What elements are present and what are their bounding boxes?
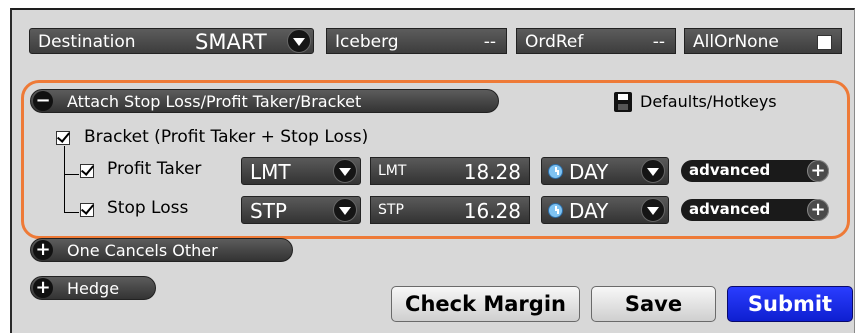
plus-icon: + bbox=[807, 160, 829, 182]
expand-icon[interactable]: + bbox=[33, 278, 53, 298]
stop-loss-price-field[interactable]: STP 16.28 bbox=[370, 196, 530, 224]
profit-taker-price-label: LMT bbox=[378, 163, 407, 179]
destination-value: SMART bbox=[195, 30, 267, 54]
ordref-field[interactable]: OrdRef -- bbox=[516, 28, 676, 54]
chevron-down-icon[interactable] bbox=[333, 198, 357, 222]
plus-icon: + bbox=[807, 199, 829, 221]
profit-taker-tif[interactable]: DAY bbox=[541, 157, 669, 185]
tree-line bbox=[64, 146, 79, 175]
stop-loss-price-value: 16.28 bbox=[463, 199, 521, 223]
chevron-down-icon[interactable] bbox=[287, 29, 311, 53]
chevron-down-icon[interactable] bbox=[641, 198, 665, 222]
one-cancels-other-title: One Cancels Other bbox=[67, 241, 218, 260]
stop-loss-label: Stop Loss bbox=[107, 198, 189, 218]
attach-section-header[interactable]: − Attach Stop Loss/Profit Taker/Bracket bbox=[30, 89, 499, 113]
destination-label: Destination bbox=[38, 32, 136, 52]
profit-taker-checkbox[interactable] bbox=[80, 164, 94, 178]
iceberg-field[interactable]: Iceberg -- bbox=[326, 28, 507, 54]
tree-line bbox=[64, 174, 79, 213]
profit-taker-tif-value: DAY bbox=[569, 160, 609, 184]
stop-loss-price-label: STP bbox=[378, 202, 404, 218]
chevron-down-icon[interactable] bbox=[641, 159, 665, 183]
stop-loss-checkbox[interactable] bbox=[80, 203, 94, 217]
iceberg-label: Iceberg bbox=[335, 32, 399, 52]
attach-section-title: Attach Stop Loss/Profit Taker/Bracket bbox=[67, 92, 362, 111]
profit-taker-order-type[interactable]: LMT bbox=[241, 157, 361, 185]
stop-loss-tif-value: DAY bbox=[569, 199, 609, 223]
profit-taker-label: Profit Taker bbox=[107, 159, 202, 179]
stop-loss-advanced-button[interactable]: advanced + bbox=[681, 199, 829, 221]
defaults-hotkeys-link[interactable]: Defaults/Hotkeys bbox=[640, 92, 777, 111]
ordref-value: -- bbox=[652, 32, 665, 52]
allornone-field: AllOrNone bbox=[684, 28, 842, 54]
profit-taker-order-type-value: LMT bbox=[250, 160, 291, 184]
stop-loss-tif[interactable]: DAY bbox=[541, 196, 669, 224]
ordref-label: OrdRef bbox=[525, 32, 584, 52]
advanced-label: advanced bbox=[689, 161, 771, 179]
destination-field[interactable]: Destination SMART bbox=[29, 28, 314, 54]
stop-loss-order-type[interactable]: STP bbox=[241, 196, 361, 224]
iceberg-value: -- bbox=[483, 32, 496, 52]
clock-icon bbox=[548, 203, 563, 218]
allornone-label: AllOrNone bbox=[693, 32, 779, 52]
profit-taker-advanced-button[interactable]: advanced + bbox=[681, 160, 829, 182]
clock-icon bbox=[548, 164, 563, 179]
chevron-down-icon[interactable] bbox=[333, 159, 357, 183]
one-cancels-other-section[interactable]: + One Cancels Other bbox=[30, 238, 293, 262]
collapse-icon[interactable]: − bbox=[33, 91, 53, 111]
profit-taker-price-value: 18.28 bbox=[463, 160, 521, 184]
advanced-label: advanced bbox=[689, 200, 771, 218]
submit-button[interactable]: Submit bbox=[727, 286, 853, 322]
profit-taker-price-field[interactable]: LMT 18.28 bbox=[370, 157, 530, 185]
bracket-checkbox[interactable] bbox=[56, 131, 70, 145]
floppy-disk-icon bbox=[614, 92, 632, 112]
hedge-title: Hedge bbox=[67, 279, 120, 298]
hedge-section[interactable]: + Hedge bbox=[30, 276, 156, 300]
check-margin-button[interactable]: Check Margin bbox=[391, 286, 580, 322]
bracket-label: Bracket (Profit Taker + Stop Loss) bbox=[84, 127, 369, 147]
allornone-checkbox[interactable] bbox=[817, 35, 832, 50]
expand-icon[interactable]: + bbox=[33, 240, 53, 260]
stop-loss-order-type-value: STP bbox=[250, 199, 287, 223]
order-panel-frame: Destination SMART Iceberg -- OrdRef -- A… bbox=[0, 0, 866, 333]
save-button[interactable]: Save bbox=[591, 286, 716, 322]
